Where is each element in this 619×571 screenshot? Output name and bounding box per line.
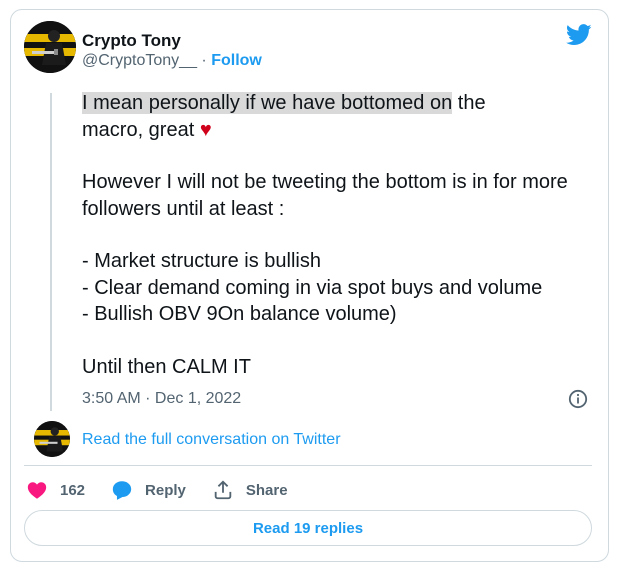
reply-icon <box>112 481 132 500</box>
tweet-line-2-text: macro, great <box>82 118 200 141</box>
reply-button[interactable]: Reply <box>111 479 186 501</box>
separator-dot: · <box>201 52 207 69</box>
share-label: Share <box>245 481 288 499</box>
read-replies-button[interactable]: Read 19 replies <box>24 510 592 546</box>
bullet-item: - Bullish OBV 9On balance volume) <box>82 303 397 325</box>
heart-icon <box>27 482 47 499</box>
avatar[interactable] <box>24 21 76 73</box>
tweet-line-1: I mean personally if we have bottomed on… <box>82 90 602 117</box>
bullet-item: - Market structure is bullish <box>82 250 321 272</box>
twitter-bird-icon[interactable] <box>566 24 592 46</box>
reply-label: Reply <box>145 481 186 499</box>
follow-button[interactable]: Follow <box>211 52 262 69</box>
bullet-item: - Clear demand coming in via spot buys a… <box>82 276 543 299</box>
tweet-line-1-rest: the <box>452 92 486 114</box>
share-button[interactable]: Share <box>212 479 288 501</box>
tweet-closing: Until then CALM IT <box>82 355 251 378</box>
author-handle-row: @CryptoTony__ · Follow <box>82 52 262 70</box>
tweet-timestamp[interactable]: 3:50 AM · Dec 1, 2022 <box>82 390 241 408</box>
thread-line <box>50 93 52 411</box>
heart-emoji-icon: ♥ <box>199 118 212 141</box>
avatar-image <box>24 21 76 73</box>
avatar-image <box>34 421 70 457</box>
read-conversation-link[interactable]: Read the full conversation on Twitter <box>82 431 341 449</box>
highlighted-text: I mean personally if we have bottomed on <box>82 92 453 114</box>
info-icon[interactable] <box>568 389 588 409</box>
divider <box>24 465 592 466</box>
like-button[interactable]: 162 <box>26 479 85 501</box>
tweet-line-2: macro, great ♥ <box>82 117 602 144</box>
tweet-text: I mean personally if we have bottomed on… <box>82 90 602 380</box>
author-handle[interactable]: @CryptoTony__ <box>82 52 197 69</box>
tweet-paragraph-2: However I will not be tweeting the botto… <box>82 171 568 220</box>
conversation-avatar[interactable] <box>34 421 70 457</box>
action-bar: 162 Reply Share <box>26 479 314 501</box>
author-name[interactable]: Crypto Tony <box>82 31 181 51</box>
like-count: 162 <box>60 481 86 499</box>
share-icon <box>214 480 232 500</box>
